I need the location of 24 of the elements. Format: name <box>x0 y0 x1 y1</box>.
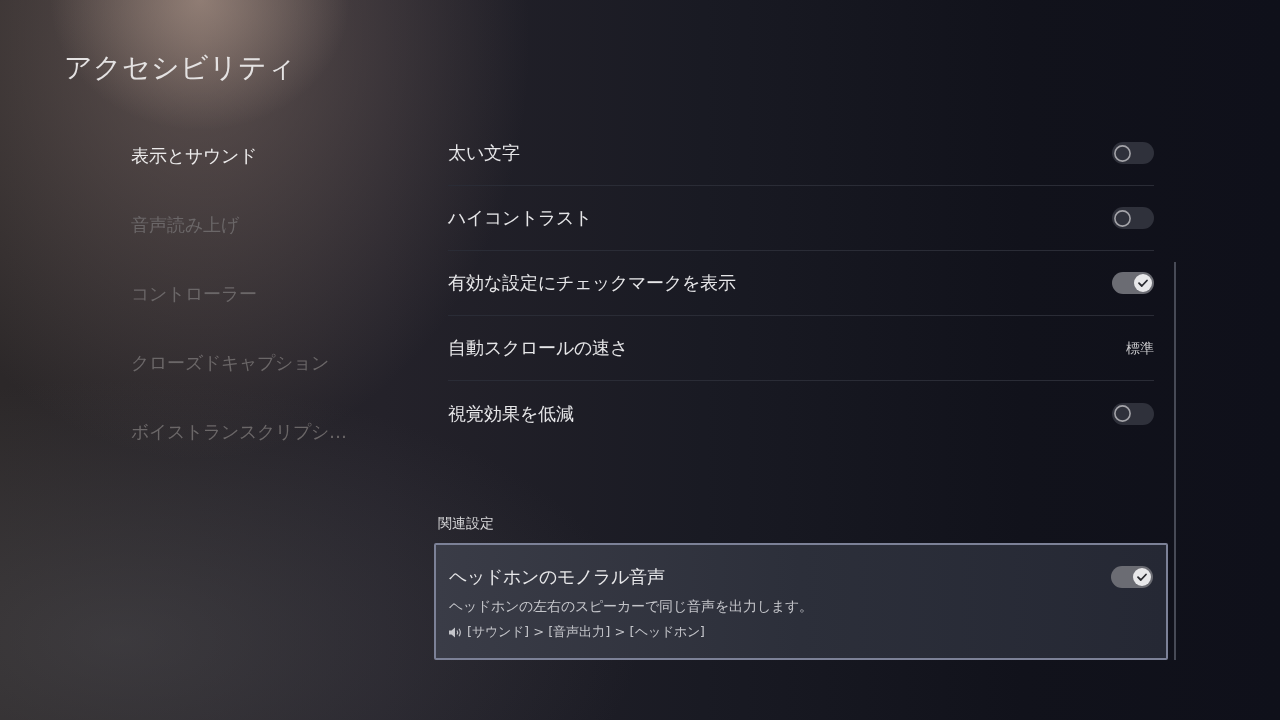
toggle-switch[interactable] <box>1112 402 1154 425</box>
card-description: ヘッドホンの左右のスピーカーで同じ音声を出力します。 <box>449 597 813 616</box>
toggle-switch[interactable] <box>1112 207 1154 229</box>
check-icon <box>1134 274 1152 292</box>
toggle-switch[interactable] <box>1112 272 1154 294</box>
sidebar-item[interactable]: 表示とサウンド <box>131 142 257 169</box>
page-title: アクセシビリティ <box>64 50 296 86</box>
ring-icon <box>1114 209 1131 227</box>
section-heading: 関連設定 <box>437 514 494 533</box>
setting-label[interactable]: 視覚効果を低減 <box>448 400 574 427</box>
setting-label[interactable]: ハイコントラスト <box>448 205 592 231</box>
setting-label[interactable]: 自動スクロールの速さ <box>448 335 628 361</box>
check-icon <box>1133 568 1151 586</box>
setting-value: 標準 <box>1126 339 1154 358</box>
toggle-switch[interactable] <box>1112 142 1154 164</box>
setting-label[interactable]: 太い文字 <box>448 140 520 166</box>
settings-path: [サウンド] > [音声出力] > [ヘッドホン] <box>467 623 705 641</box>
toggle-switch[interactable] <box>1111 566 1153 588</box>
related-setting-card[interactable]: ヘッドホンのモノラル音声 ヘッドホンの左右のスピーカーで同じ音声を出力します。 [サウンド] > [音声出力] > [ヘッドホン] <box>434 543 1168 660</box>
card-title: ヘッドホンのモノラル音声 <box>449 565 665 589</box>
ring-icon <box>1114 405 1131 422</box>
ring-icon <box>1114 144 1131 162</box>
speaker-icon <box>449 626 463 638</box>
setting-label[interactable]: 有効な設定にチェックマークを表示 <box>448 270 736 296</box>
